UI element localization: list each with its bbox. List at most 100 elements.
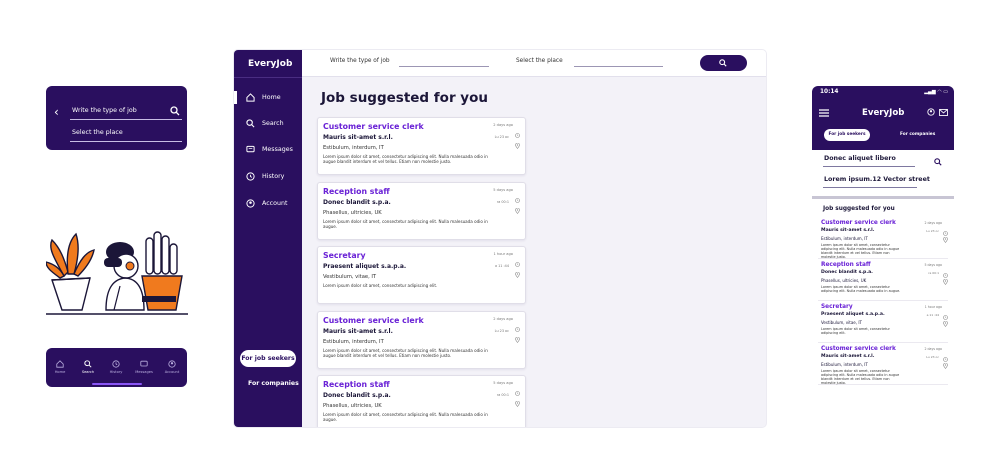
place-input[interactable] xyxy=(574,66,663,67)
sidebar-item-label: Search xyxy=(262,120,284,127)
job-card[interactable]: Reception staff Donec blandit s.p.a. Phase… xyxy=(317,375,526,427)
job-search-field[interactable]: Donec aliquet libero xyxy=(823,155,915,167)
job-location: Estibulum, interdum, IT xyxy=(821,362,868,367)
job-location: Phasellus, ultricies, UK xyxy=(323,209,382,216)
company-name: Mauris sit-amet s.r.l. xyxy=(323,327,393,335)
divider xyxy=(812,196,954,199)
job-description: Lorem ipsum dolor sit amet, consectetur … xyxy=(323,412,488,423)
company-name: Donec blandit s.p.a. xyxy=(323,392,391,399)
for-companies-tab[interactable]: For companies xyxy=(900,132,935,137)
job-location: Vestibulum, vitae, IT xyxy=(821,320,862,325)
posted-time: 1 hour ago xyxy=(493,252,514,256)
job-title[interactable]: Reception staff xyxy=(323,380,390,389)
tab-account[interactable]: Account xyxy=(158,360,186,374)
section-title: Job suggested for you xyxy=(823,206,895,212)
active-nav-marker xyxy=(234,91,237,104)
place-field[interactable]: Lorem ipsum.12 Vector street xyxy=(823,176,930,188)
place-label: Select the place xyxy=(516,58,563,64)
job-card[interactable]: Customer service clerk Mauris sit-amet s.… xyxy=(818,219,948,259)
location-pin-icon xyxy=(515,207,520,214)
job-description: Lorem ipsum dolor sit amet, consectetur … xyxy=(821,327,890,335)
status-time: 10:14 xyxy=(820,89,839,95)
sidebar-item-search[interactable]: Search xyxy=(246,119,284,128)
search-button[interactable] xyxy=(700,55,747,71)
mobile-search-panel: ‹ Write the type of job Select the place xyxy=(46,86,187,150)
back-arrow-icon[interactable]: ‹ xyxy=(54,105,59,119)
menu-icon[interactable] xyxy=(819,109,829,117)
job-location: Estibulum, interdum, IT xyxy=(821,236,868,241)
job-card[interactable]: Customer service clerk Mauris sit-amet s.… xyxy=(317,310,526,369)
job-title[interactable]: Customer service clerk xyxy=(323,316,424,325)
mail-icon[interactable] xyxy=(939,109,948,116)
job-title[interactable]: Reception staff xyxy=(323,187,390,196)
place-input[interactable]: Select the place xyxy=(70,126,182,142)
job-card[interactable]: Customer service clerk Mauris sit-amet s.… xyxy=(317,117,526,175)
search-icon xyxy=(719,59,727,67)
search-icon[interactable] xyxy=(934,158,942,166)
active-tab-indicator xyxy=(92,383,142,385)
job-description: Lorem ipsum dolor sit amet, consectetur … xyxy=(323,154,488,165)
tab-search[interactable]: Search xyxy=(74,360,102,374)
job-title[interactable]: Secretary xyxy=(821,304,853,310)
search-icon xyxy=(84,360,92,368)
location-pin-icon xyxy=(515,271,520,278)
schedule-time: ra 00:1 xyxy=(496,199,509,204)
schedule-time: a 11 :44 xyxy=(926,313,939,317)
job-type-label: Write the type of job xyxy=(330,58,390,64)
job-card[interactable]: Reception staff Donec blandit s.p.a. Phase… xyxy=(317,181,526,240)
company-name: Donec blandit s.p.a. xyxy=(821,270,873,275)
messages-icon xyxy=(246,145,255,153)
posted-time: 5 days ago xyxy=(493,381,513,385)
schedule-time: ra 00:1 xyxy=(928,271,939,275)
app-logo: EveryJob xyxy=(248,59,293,69)
company-name: Donec blandit s.p.a. xyxy=(323,198,391,206)
tab-history[interactable]: History xyxy=(102,360,130,374)
job-title[interactable]: Secretary xyxy=(323,251,366,260)
for-job-seekers-tab[interactable]: For job seekers xyxy=(824,129,870,141)
job-title[interactable]: Reception staff xyxy=(821,262,871,268)
page-title: Job suggested for you xyxy=(321,90,488,106)
for-job-seekers-button[interactable]: For job seekers xyxy=(240,350,296,367)
job-description: Lorem ipsum dolor sit amet, consectetur … xyxy=(821,369,900,385)
job-card[interactable]: Secretary Praesent aliquet s.a.p.a. Vestib… xyxy=(818,303,948,343)
tab-label: History xyxy=(109,370,123,374)
account-icon xyxy=(168,360,176,368)
posted-time: 2 days ago xyxy=(924,221,942,225)
for-companies-link[interactable]: For companies xyxy=(248,380,299,387)
job-title[interactable]: Customer service clerk xyxy=(821,220,896,226)
schedule-time: Lu 23 oc xyxy=(926,355,939,359)
person-with-plants-illustration xyxy=(46,231,188,315)
job-card[interactable]: Secretary Praesent aliquet s.a.p.a. Vestib… xyxy=(317,246,526,304)
job-location: Phasellus, ultricies, UK xyxy=(323,403,382,409)
location-pin-icon xyxy=(943,362,948,369)
tab-label: Search xyxy=(81,370,95,374)
job-type-input[interactable]: Write the type of job xyxy=(70,104,182,120)
sidebar: EveryJob Home Search Messages History Ac… xyxy=(234,50,302,427)
search-bar: Write the type of job Select the place xyxy=(302,50,766,77)
posted-time: 2 days ago xyxy=(493,123,513,127)
job-description: Lorem ipsum dolor sit amet, consectetur … xyxy=(323,218,488,229)
job-card[interactable]: Customer service clerk Mauris sit-amet s.… xyxy=(818,345,948,385)
posted-time: 2 days ago xyxy=(924,347,942,351)
job-card[interactable]: Reception staff Donec blandit s.p.a. Phase… xyxy=(818,261,948,301)
sidebar-item-account[interactable]: Account xyxy=(246,199,287,208)
job-location: Phasellus, ultricies, UK xyxy=(821,278,867,283)
sidebar-item-home[interactable]: Home xyxy=(246,93,281,102)
account-icon[interactable] xyxy=(927,108,935,116)
job-type-input[interactable] xyxy=(399,66,489,67)
sidebar-item-messages[interactable]: Messages xyxy=(246,145,293,154)
tab-home[interactable]: Home xyxy=(46,360,74,374)
company-name: Mauris sit-amet s.r.l. xyxy=(821,228,875,233)
sidebar-item-history[interactable]: History xyxy=(246,172,284,181)
company-name: Mauris sit-amet s.r.l. xyxy=(821,354,875,359)
location-pin-icon xyxy=(943,278,948,285)
phone-header: 10:14 ▂▄▆ ◠ ▭ EveryJob For job seekers F… xyxy=(812,86,954,150)
tab-messages[interactable]: Messages xyxy=(130,360,158,374)
search-icon[interactable] xyxy=(170,106,180,116)
job-title[interactable]: Customer service clerk xyxy=(323,122,424,131)
job-title[interactable]: Customer service clerk xyxy=(821,346,896,352)
schedule-time: Lu 23 oc xyxy=(494,135,509,139)
mobile-tab-bar: Home Search History Messages Account xyxy=(46,348,187,387)
desktop-app: EveryJob Home Search Messages History Ac… xyxy=(234,50,766,427)
posted-time: 5 days ago xyxy=(493,187,513,192)
